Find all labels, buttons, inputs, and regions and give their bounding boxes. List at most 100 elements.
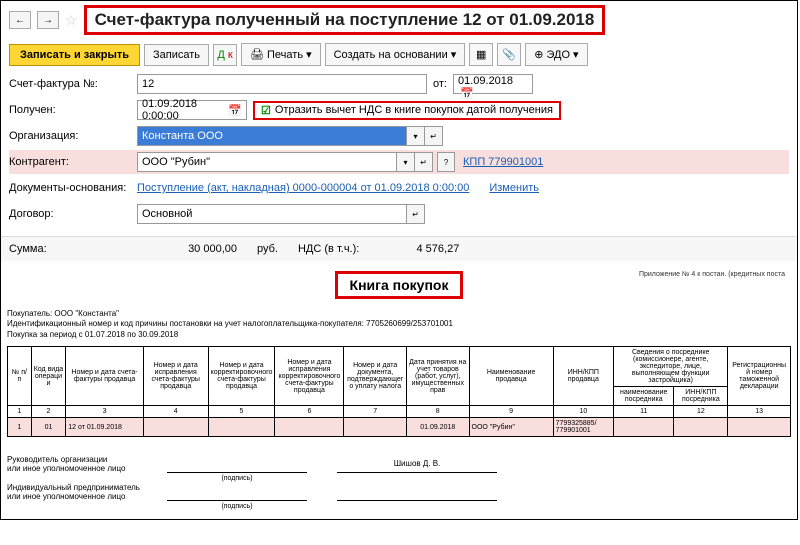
cn-7: 7 — [344, 406, 407, 418]
th-11top: Сведения о посреднике (комиссионере, аге… — [614, 347, 728, 387]
th-2: Код вида операции — [31, 347, 66, 406]
inn-line: Идентификационный номер и код причины по… — [7, 319, 791, 329]
page-title: Счет-фактура полученный на поступление 1… — [84, 5, 606, 35]
ot-date-value: 01.09.2018 — [458, 75, 513, 87]
cn-12: 12 — [674, 406, 728, 418]
invoice-no-input[interactable] — [137, 74, 427, 94]
contr-help-button[interactable]: ? — [437, 152, 455, 172]
edo-label: ЭДО — [546, 49, 570, 61]
ot-label: от: — [433, 78, 447, 90]
contr-dropdown-button[interactable]: ▾ — [397, 152, 415, 172]
sig-head2: или иное уполномоченное лицо — [7, 464, 167, 473]
print-label: Печать — [267, 49, 303, 61]
cn-4: 4 — [143, 406, 208, 418]
org-label: Организация: — [9, 130, 137, 142]
received-value: 01.09.2018 0:00:00 — [142, 98, 226, 122]
th-9: Наименование продавца — [469, 347, 553, 406]
doc-basis-link[interactable]: Поступление (акт, накладная) 0000-000004… — [137, 182, 469, 194]
sig-ip2: или иное уполномоченное лицо — [7, 492, 167, 501]
change-link[interactable]: Изменить — [489, 182, 539, 194]
checkbox-checked-icon[interactable]: ☑ — [261, 104, 271, 117]
nav-fwd-button[interactable]: → — [37, 11, 59, 29]
cell — [728, 418, 791, 437]
calendar-icon[interactable]: 📅 — [460, 88, 474, 100]
favorite-star-icon[interactable]: ☆ — [65, 12, 78, 29]
appendix-note: Приложение № 4 к постан. (кредитных пост… — [639, 271, 785, 278]
th-7: Номер и дата документа, подтверждающего … — [344, 347, 407, 406]
cell: 12 от 01.09.2018 — [66, 418, 144, 437]
contract-input[interactable] — [137, 204, 407, 224]
cell: 01 — [31, 418, 66, 437]
sig-name: Шишов Д. В. — [337, 459, 497, 473]
dt-icon: Д — [217, 49, 224, 61]
save-close-button[interactable]: Записать и закрыть — [9, 44, 140, 66]
dtkt-button[interactable]: Дк — [213, 44, 237, 66]
sum-value: 30 000,00 — [157, 243, 237, 255]
cn-10: 10 — [553, 406, 613, 418]
create-based-button[interactable]: Создать на основании ▾ — [325, 43, 466, 66]
cell — [143, 418, 208, 437]
sum-currency: руб. — [257, 243, 278, 255]
org-input[interactable] — [137, 126, 407, 146]
contr-label: Контрагент: — [9, 156, 137, 168]
vat-checkbox-label: Отразить вычет НДС в книге покупок датой… — [275, 104, 553, 116]
th-11: наименование посредника — [614, 387, 674, 406]
cn-1: 1 — [8, 406, 32, 418]
vat-value: 4 576,27 — [379, 243, 459, 255]
edo-button[interactable]: ⊕ ЭДО ▾ — [525, 43, 587, 66]
sum-label: Сумма: — [9, 243, 137, 255]
cn-9: 9 — [469, 406, 553, 418]
nav-back-button[interactable]: ← — [9, 11, 31, 29]
contract-open-button[interactable]: ↵ — [407, 204, 425, 224]
save-button[interactable]: Записать — [144, 44, 209, 66]
th-6: Номер и дата исправления корректировочно… — [275, 347, 344, 406]
cell: 01.09.2018 — [406, 418, 469, 437]
received-label: Получен: — [9, 104, 137, 116]
cn-5: 5 — [208, 406, 275, 418]
period-line: Покупка за период с 01.07.2018 по 30.09.… — [7, 330, 791, 340]
th-12: ИНН/КПП посредника — [674, 387, 728, 406]
sig-sign-lbl: (подпись) — [167, 475, 307, 482]
kt-icon: к — [228, 49, 233, 61]
th-13: Регистрационный номер таможенной деклара… — [728, 347, 791, 406]
related-button[interactable]: ▦ — [469, 43, 493, 66]
create-based-label: Создать на основании — [334, 49, 448, 61]
received-input[interactable]: 01.09.2018 0:00:00📅 — [137, 100, 247, 120]
invoice-no-label: Счет-фактура №: — [9, 78, 137, 90]
sig-name2 — [337, 487, 497, 501]
sig-head1: Руководитель организации — [7, 455, 167, 464]
sig-sign-line: (подпись) — [167, 459, 307, 473]
contract-label: Договор: — [9, 208, 137, 220]
cell — [614, 418, 674, 437]
cn-3: 3 — [66, 406, 144, 418]
cell — [344, 418, 407, 437]
cn-11: 11 — [614, 406, 674, 418]
cn-8: 8 — [406, 406, 469, 418]
contr-open-button[interactable]: ↵ — [415, 152, 433, 172]
th-5: Номер и дата корректировочного счета-фак… — [208, 347, 275, 406]
contr-input[interactable] — [137, 152, 397, 172]
cell — [275, 418, 344, 437]
cn-2: 2 — [31, 406, 66, 418]
org-dropdown-button[interactable]: ▾ — [407, 126, 425, 146]
vat-label: НДС (в т.ч.): — [298, 243, 359, 255]
th-8: Дата принятия на учет товаров (работ, ус… — [406, 347, 469, 406]
th-1: № п/п — [8, 347, 32, 406]
th-10: ИНН/КПП продавца — [553, 347, 613, 406]
kpp-link[interactable]: КПП 779901001 — [463, 156, 543, 168]
sig-ip1: Индивидуальный предприниматель — [7, 483, 167, 492]
cell — [674, 418, 728, 437]
cell: 7799325885/ 779901001 — [553, 418, 613, 437]
sig-sign-lbl2: (подпись) — [167, 503, 307, 510]
ot-date-input[interactable]: 01.09.2018📅 — [453, 74, 533, 94]
th-4: Номер и дата исправления счета-фактуры п… — [143, 347, 208, 406]
attach-button[interactable]: 📎 — [497, 43, 521, 66]
sig-sign-line2: (подпись) — [167, 487, 307, 501]
book-title: Книга покупок — [335, 271, 464, 299]
purchase-book-table: № п/п Код вида операции Номер и дата сче… — [7, 346, 791, 437]
print-button[interactable]: 🖨 Печать ▾ — [241, 43, 321, 66]
calendar-icon[interactable]: 📅 — [228, 104, 242, 117]
cn-6: 6 — [275, 406, 344, 418]
org-open-button[interactable]: ↵ — [425, 126, 443, 146]
cell: 1 — [8, 418, 32, 437]
